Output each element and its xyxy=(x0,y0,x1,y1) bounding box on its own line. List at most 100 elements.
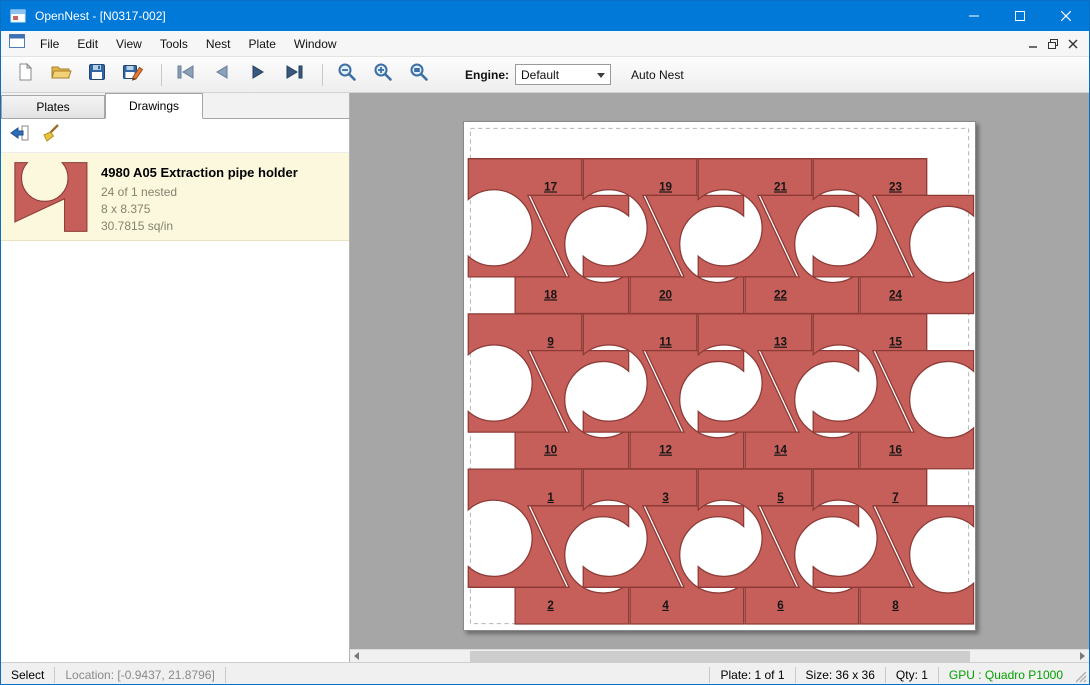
tab-plates[interactable]: Plates xyxy=(1,95,105,118)
menu-edit[interactable]: Edit xyxy=(68,31,107,57)
status-size: Size: 36 x 36 xyxy=(795,667,885,683)
drawing-nested-count: 24 of 1 nested xyxy=(101,184,298,201)
toolbar-separator xyxy=(322,64,323,86)
next-plate-button[interactable] xyxy=(242,61,274,89)
status-plate: Plate: 1 of 1 xyxy=(709,667,794,683)
sidebar-tabstrip: Plates Drawings xyxy=(1,93,349,119)
drawing-title: 4980 A05 Extraction pipe holder xyxy=(101,165,298,180)
app-icon xyxy=(9,7,27,25)
nest-canvas[interactable]: 171819202122232491011121314151612345678 xyxy=(350,93,1089,662)
engine-select[interactable]: Default xyxy=(515,64,611,85)
part-number: 19 xyxy=(659,180,672,193)
zoom-in-icon xyxy=(373,62,393,87)
clean-drawings-button[interactable] xyxy=(37,123,65,149)
first-plate-button[interactable] xyxy=(170,61,202,89)
mdi-restore-icon[interactable] xyxy=(1043,34,1063,54)
part-number: 7 xyxy=(892,491,898,504)
part-number: 5 xyxy=(777,491,784,504)
import-drawing-button[interactable] xyxy=(5,123,33,149)
content-area: Plates Drawings xyxy=(1,93,1089,662)
close-button[interactable] xyxy=(1043,1,1089,31)
zoom-out-icon xyxy=(337,62,357,87)
part-number: 13 xyxy=(774,336,787,349)
nav-first-icon xyxy=(176,64,196,85)
menu-tools[interactable]: Tools xyxy=(151,31,197,57)
window-title: OpenNest - [N0317-002] xyxy=(35,9,166,23)
save-edit-icon xyxy=(122,62,144,87)
new-page-icon xyxy=(15,62,35,87)
zoom-fit-button[interactable] xyxy=(403,61,435,89)
part-number: 1 xyxy=(547,491,554,504)
menu-nest[interactable]: Nest xyxy=(197,31,240,57)
app-window: OpenNest - [N0317-002] FileEditViewTools… xyxy=(0,0,1090,685)
blue-arrow-left-icon xyxy=(9,124,29,147)
scroll-right-icon[interactable] xyxy=(1076,650,1089,662)
mdi-minimize-icon[interactable] xyxy=(1023,34,1043,54)
mdi-close-icon[interactable] xyxy=(1063,34,1083,54)
part-number: 18 xyxy=(544,288,557,301)
drawings-toolbar xyxy=(1,119,349,153)
maximize-button[interactable] xyxy=(997,1,1043,31)
menu-file[interactable]: File xyxy=(31,31,68,57)
new-button[interactable] xyxy=(9,61,41,89)
drawing-meta: 4980 A05 Extraction pipe holder 24 of 1 … xyxy=(101,159,298,234)
menu-items: FileEditViewToolsNestPlateWindow xyxy=(31,31,346,57)
open-folder-icon xyxy=(50,62,72,87)
part-number: 14 xyxy=(774,444,787,457)
title-bar: OpenNest - [N0317-002] xyxy=(1,1,1089,31)
part-number: 9 xyxy=(547,336,554,349)
part-number: 17 xyxy=(544,180,557,193)
drawing-list-item[interactable]: 4980 A05 Extraction pipe holder 24 of 1 … xyxy=(1,153,349,241)
resize-grip[interactable] xyxy=(1073,667,1087,683)
part-number: 20 xyxy=(659,288,672,301)
auto-nest-button[interactable]: Auto Nest xyxy=(631,68,684,82)
minimize-button[interactable] xyxy=(951,1,997,31)
part-number: 4 xyxy=(662,599,669,612)
status-location: Location: [-0.9437, 21.8796] xyxy=(55,667,225,683)
toolbar-separator xyxy=(161,64,162,86)
menu-bar: FileEditViewToolsNestPlateWindow xyxy=(1,31,1089,57)
part-number: 8 xyxy=(892,599,899,612)
open-button[interactable] xyxy=(45,61,77,89)
drawing-dimensions: 8 x 8.375 xyxy=(101,201,298,218)
part-number: 23 xyxy=(889,180,902,193)
last-plate-button[interactable] xyxy=(278,61,310,89)
zoom-fit-icon xyxy=(409,62,429,87)
zoom-in-button[interactable] xyxy=(367,61,399,89)
save-floppy-icon xyxy=(87,62,107,87)
mdi-window-controls xyxy=(1023,31,1083,57)
engine-label: Engine: xyxy=(465,68,509,82)
document-window-icon xyxy=(9,34,25,53)
part-number: 22 xyxy=(774,288,787,301)
part-number: 12 xyxy=(659,444,672,457)
drawing-area: 30.7815 sq/in xyxy=(101,218,298,235)
part-number: 15 xyxy=(889,336,902,349)
save-as-button[interactable] xyxy=(117,61,149,89)
status-mode: Select xyxy=(1,667,55,683)
zoom-out-button[interactable] xyxy=(331,61,363,89)
menu-plate[interactable]: Plate xyxy=(240,31,285,57)
nav-next-icon xyxy=(248,64,268,85)
part-number: 10 xyxy=(544,444,557,457)
part-number: 21 xyxy=(774,180,787,193)
scroll-left-icon[interactable] xyxy=(350,650,363,662)
nav-last-icon xyxy=(284,64,304,85)
horizontal-scrollbar[interactable] xyxy=(350,649,1089,662)
main-toolbar: Engine: Default Auto Nest xyxy=(1,57,1089,93)
engine-selected-value: Default xyxy=(521,68,559,82)
menu-window[interactable]: Window xyxy=(285,31,346,57)
part-number: 6 xyxy=(777,599,784,612)
plate[interactable]: 171819202122232491011121314151612345678 xyxy=(463,121,976,631)
save-button[interactable] xyxy=(81,61,113,89)
status-gpu: GPU : Quadro P1000 xyxy=(938,667,1073,683)
sidebar-panel: Plates Drawings xyxy=(1,93,350,662)
nest-svg: 171819202122232491011121314151612345678 xyxy=(464,122,975,630)
part-thumbnail xyxy=(9,159,93,235)
menu-view[interactable]: View xyxy=(107,31,151,57)
tab-drawings[interactable]: Drawings xyxy=(105,93,203,119)
nav-previous-icon xyxy=(212,64,232,85)
scrollbar-thumb[interactable] xyxy=(470,651,970,662)
status-qty: Qty: 1 xyxy=(885,667,938,683)
part-number: 3 xyxy=(662,491,669,504)
previous-plate-button[interactable] xyxy=(206,61,238,89)
